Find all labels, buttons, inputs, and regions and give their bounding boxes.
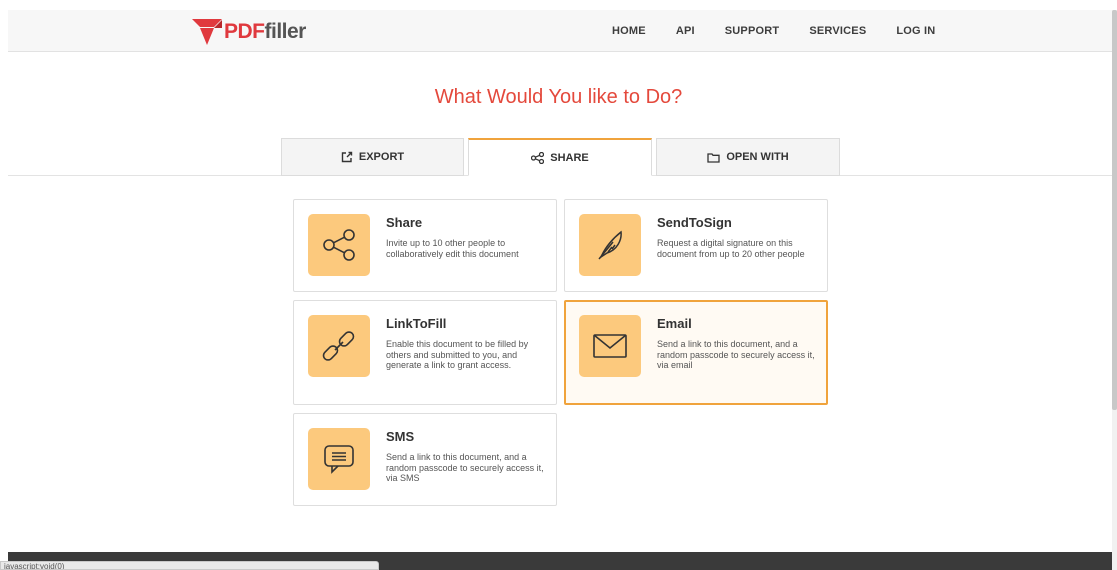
email-card-title: Email <box>657 316 692 331</box>
linktofill-card-description: Enable this document to be filled by oth… <box>386 339 529 370</box>
tab-open-with-label: OPEN WITH <box>726 151 789 163</box>
nav-login-link[interactable]: LOG IN <box>896 25 935 37</box>
sms-card-description: Send a link to this document, and a rand… <box>386 452 544 483</box>
sendtosign-card[interactable]: SendToSign Request a digital signature o… <box>564 199 828 292</box>
tab-share-label: SHARE <box>550 151 589 164</box>
sendtosign-card-title: SendToSign <box>657 215 732 230</box>
tab-share[interactable]: SHARE <box>468 138 652 176</box>
linktofill-card-title: LinkToFill <box>386 316 447 331</box>
logo-text: PDFfiller <box>224 20 306 43</box>
site-header: PDFfiller HOME API SUPPORT SERVICES LOG … <box>8 10 1112 52</box>
share-card[interactable]: Share Invite up to 10 other people to co… <box>293 199 557 292</box>
email-card[interactable]: Email Send a link to this document, and … <box>564 300 828 405</box>
sms-card-title: SMS <box>386 429 415 444</box>
linktofill-card[interactable]: LinkToFill Enable this document to be fi… <box>293 300 557 405</box>
email-card-description: Send a link to this document, and a rand… <box>657 339 815 370</box>
nav-api-link[interactable]: API <box>676 25 695 37</box>
pdffiller-logo[interactable]: PDFfiller <box>192 19 306 45</box>
nav-home-link[interactable]: HOME <box>612 25 646 37</box>
share-card-description: Invite up to 10 other people to collabor… <box>386 238 519 259</box>
share-card-title: Share <box>386 215 423 230</box>
scrollbar-thumb[interactable] <box>1112 10 1117 410</box>
page-title: What Would You like to Do? <box>434 86 683 108</box>
main-nav: HOME API SUPPORT SERVICES LOG IN <box>612 10 965 52</box>
nav-services-link[interactable]: SERVICES <box>809 25 866 37</box>
folder-icon <box>707 152 720 163</box>
envelope-icon <box>579 315 641 377</box>
logo-icon <box>192 19 222 45</box>
nav-support-link[interactable]: SUPPORT <box>725 25 780 37</box>
browser-status-bar: javascript:void(0) <box>0 561 379 570</box>
sms-card[interactable]: SMS Send a link to this document, and a … <box>293 413 557 506</box>
tab-export-label: EXPORT <box>358 151 405 163</box>
message-icon <box>308 428 370 490</box>
export-icon <box>341 151 353 163</box>
share-card-icon <box>308 214 370 276</box>
tab-open-with[interactable]: OPEN WITH <box>656 138 840 176</box>
link-icon <box>308 315 370 377</box>
share-icon <box>531 151 545 164</box>
tab-export[interactable]: EXPORT <box>281 138 464 176</box>
share-icon <box>323 229 355 261</box>
feather-icon <box>579 214 641 276</box>
sendtosign-card-description: Request a digital signature on this docu… <box>657 238 805 259</box>
